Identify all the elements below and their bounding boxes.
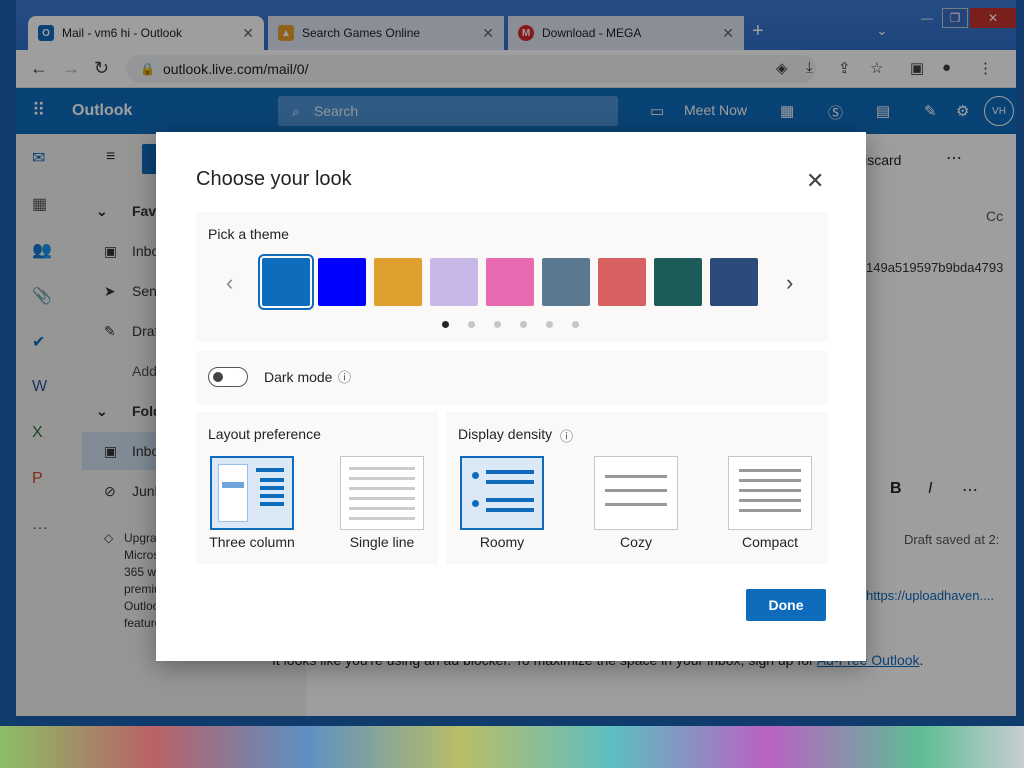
cozy-option[interactable] — [594, 456, 678, 530]
three-column-label: Three column — [209, 534, 295, 550]
page-dot[interactable] — [572, 321, 579, 328]
single-line-option[interactable] — [340, 456, 424, 530]
page-dot[interactable] — [546, 321, 553, 328]
theme-swatch-circuit-board[interactable] — [654, 258, 702, 306]
theme-swatch-mountain-lake[interactable] — [542, 258, 590, 306]
compact-option[interactable] — [728, 456, 812, 530]
info-icon[interactable]: ⓘ — [338, 367, 351, 386]
theme-swatch-blue-solid[interactable] — [258, 254, 314, 310]
chevron-right-icon[interactable]: › — [786, 270, 793, 296]
done-button[interactable]: Done — [746, 589, 826, 621]
page-dot[interactable] — [520, 321, 527, 328]
theme-picker: Pick a theme ‹ › — [196, 212, 828, 342]
density-label: Display density — [458, 426, 553, 442]
theme-swatch-colorful-art[interactable] — [486, 258, 534, 306]
theme-swatch-palm-sunset[interactable] — [598, 258, 646, 306]
roomy-option[interactable] — [460, 456, 544, 530]
info-icon[interactable]: ⓘ — [560, 426, 573, 445]
cozy-label: Cozy — [620, 534, 652, 550]
choose-look-dialog: Choose your look ✕ Pick a theme ‹ › Dark… — [156, 132, 866, 661]
display-density: Display density ⓘ Roomy Cozy Compact — [446, 412, 828, 564]
layout-label: Layout preference — [208, 426, 321, 442]
page-dot[interactable] — [442, 321, 449, 328]
dark-mode-row: Dark mode ⓘ — [196, 351, 828, 405]
close-icon[interactable]: ✕ — [806, 168, 824, 194]
theme-swatch-pastel-swirl[interactable] — [430, 258, 478, 306]
chevron-left-icon[interactable]: ‹ — [226, 270, 233, 296]
roomy-label: Roomy — [479, 534, 525, 550]
page-dot[interactable] — [468, 321, 475, 328]
page-dot[interactable] — [494, 321, 501, 328]
layout-preference: Layout preference Three column Single li… — [196, 412, 438, 564]
compact-label: Compact — [741, 534, 799, 550]
single-line-label: Single line — [349, 534, 415, 550]
theme-swatch-bright-blue[interactable] — [318, 258, 366, 306]
theme-swatch-landscape-stripes[interactable] — [374, 258, 422, 306]
dialog-title: Choose your look — [196, 168, 352, 190]
dark-mode-label: Dark mode — [264, 369, 333, 385]
theme-swatch-innovation-dark[interactable] — [710, 258, 758, 306]
taskbar — [0, 726, 1024, 768]
theme-label: Pick a theme — [208, 226, 289, 242]
dark-mode-toggle[interactable] — [208, 367, 248, 387]
three-column-option[interactable] — [210, 456, 294, 530]
